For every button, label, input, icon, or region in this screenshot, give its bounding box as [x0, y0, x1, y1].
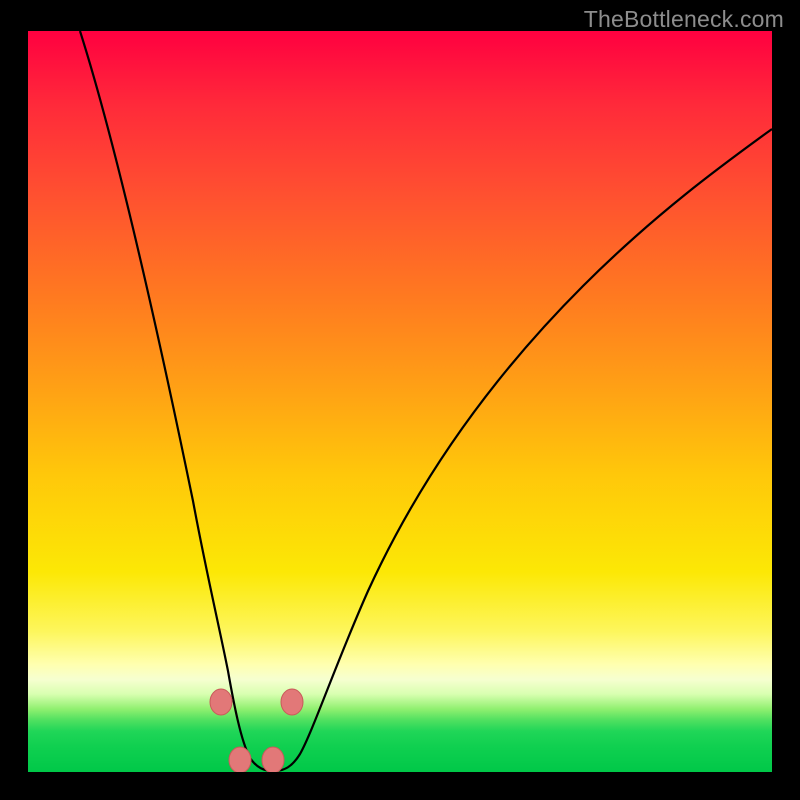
bottleneck-curve — [80, 31, 772, 771]
plot-area — [28, 31, 772, 772]
curve-marker — [281, 689, 303, 715]
watermark-text: TheBottleneck.com — [584, 6, 784, 33]
curve-marker — [262, 747, 284, 772]
curve-marker — [229, 747, 251, 772]
marker-group — [210, 689, 303, 772]
chart-frame: TheBottleneck.com — [0, 0, 800, 800]
curve-layer — [28, 31, 772, 772]
curve-marker — [210, 689, 232, 715]
